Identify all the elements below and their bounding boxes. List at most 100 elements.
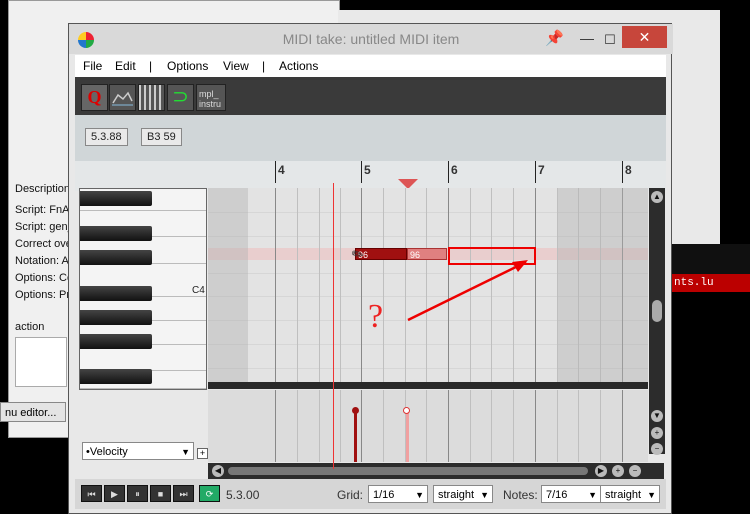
go-to-start-icon[interactable]: ⏮ [81,485,102,502]
horizontal-scrollbar[interactable]: ◀ ▶ + − [208,463,664,479]
timeline-ruler[interactable]: 4 5 6 7 8 [75,161,666,191]
snap-magnet-icon[interactable]: ⊃ [167,84,194,111]
title-bar[interactable]: MIDI take: untitled MIDI item 📌 — ☐ ✕ [69,24,673,54]
scroll-down-icon[interactable]: ▼ [651,410,663,422]
lane-grid-line [319,390,320,462]
transport-bar: ⏮ ▶ ⏸ ■ ⏭ ⟳ 5.3.00 Grid: 1/16 ▼ straight… [75,479,666,509]
pitch-display[interactable]: B3 59 [141,128,182,146]
pin-icon[interactable]: 📌 [545,29,564,47]
grid-bar-line [275,188,276,386]
go-to-end-icon[interactable]: ⏭ [173,485,194,502]
lane-grid-line [275,390,276,462]
note-type-select[interactable]: straight ▼ [600,485,660,503]
repeat-icon[interactable]: ⟳ [199,485,220,502]
grid-line [319,188,320,386]
black-key[interactable] [80,250,152,265]
bar-tick [535,161,536,183]
bg-row: Options: Pr [15,289,71,301]
quantize-button[interactable]: Q [81,84,108,111]
maximize-button[interactable]: ☐ [597,30,623,50]
black-key[interactable] [80,334,152,349]
note-length-select[interactable]: 7/16 ▼ [541,485,601,503]
lane-grid-line [535,390,536,462]
menu-actions[interactable]: Actions [279,59,318,73]
lane-grid-line [340,390,341,462]
pause-icon[interactable]: ⏸ [127,485,148,502]
bg-text-box[interactable] [15,337,67,387]
bg-row: Options: Co [15,272,74,284]
black-key[interactable] [80,369,152,384]
bar-label: 4 [278,163,285,177]
out-of-item-region [558,188,648,386]
scroll-up-icon[interactable]: ▲ [651,191,663,203]
vertical-scrollbar[interactable]: ▲ ▼ + − [649,188,665,455]
cc-lane-select[interactable]: •Velocity ▼ [82,442,194,460]
bar-tick [622,161,623,183]
piano-keyboard[interactable]: C4 [79,188,207,390]
envelope-shape-icon [112,91,133,106]
bar-tick [448,161,449,183]
bar-label: 5 [364,163,371,177]
zoom-out-horizontal-icon[interactable]: − [629,465,641,477]
menu-options[interactable]: Options [167,59,208,73]
lane-grid-line [297,390,298,462]
menu-edit[interactable]: Edit [115,59,136,73]
velocity-bar[interactable] [406,410,409,462]
lane-grid-line [600,390,601,462]
close-button[interactable]: ✕ [622,26,667,48]
grid-type-select[interactable]: straight ▼ [433,485,493,503]
add-lane-button[interactable]: + [197,448,208,459]
c4-label: C4 [192,285,205,296]
menu-view[interactable]: View [223,59,249,73]
annotation-question-mark: ? [368,298,384,335]
black-key[interactable] [80,286,152,301]
black-key[interactable] [80,191,152,206]
bg-section-label: action [15,321,45,333]
bar-label: 8 [625,163,632,177]
scroll-right-icon[interactable]: ▶ [595,465,607,477]
zoom-in-icon[interactable]: + [651,427,663,439]
notes-label: Notes: [503,488,538,502]
grid-division-value: 1/16 [373,489,395,501]
velocity-bar[interactable] [354,410,357,462]
mpl-label-line2: instru [199,99,222,109]
grid-division-select[interactable]: 1/16 ▼ [368,485,428,503]
scroll-left-icon[interactable]: ◀ [212,465,224,477]
cc-lane-value: •Velocity [86,446,128,458]
background-red-text: nts.lu [672,274,750,292]
chevron-down-icon: ▼ [415,490,424,500]
bg-row: Correct ove [15,238,72,250]
black-key[interactable] [80,310,152,325]
velocity-lane[interactable] [208,390,648,462]
envelope-icon[interactable] [109,84,136,111]
menu-file[interactable]: File [83,59,102,73]
bg-row: Description [15,183,71,195]
grid-line [383,188,384,386]
velocity-handle[interactable] [352,407,359,414]
lane-grid-line [448,390,449,462]
black-key[interactable] [80,226,152,241]
zoom-in-horizontal-icon[interactable]: + [612,465,624,477]
grid-toggle-button[interactable] [138,84,165,111]
vertical-scroll-thumb[interactable] [652,300,662,322]
stop-icon[interactable]: ■ [150,485,171,502]
annotation-arrow-icon [407,260,528,322]
note-grid[interactable]: 96 96 ? [208,188,648,386]
out-of-item-region [208,188,248,386]
lane-grid-line [557,390,558,462]
note-type-value: straight [605,489,642,501]
zoom-out-icon[interactable]: − [651,443,663,455]
cursor-position-display[interactable]: 5.3.88 [85,128,128,146]
lane-grid-line [361,390,362,462]
play-icon[interactable]: ▶ [104,485,125,502]
lane-grid-line [578,390,579,462]
velocity-handle[interactable] [403,407,410,414]
grid-line [297,188,298,386]
mpl-instrument-button[interactable]: mpl_ instru [196,84,226,111]
bg-menu-editor-button[interactable]: nu editor... [0,402,66,422]
transport-position: 5.3.00 [226,488,260,502]
bar-tick [361,161,362,183]
toolbar: Q ⊃ mpl_ instru [75,77,666,115]
horizontal-scroll-thumb[interactable] [228,467,588,475]
lane-grid-line [513,390,514,462]
